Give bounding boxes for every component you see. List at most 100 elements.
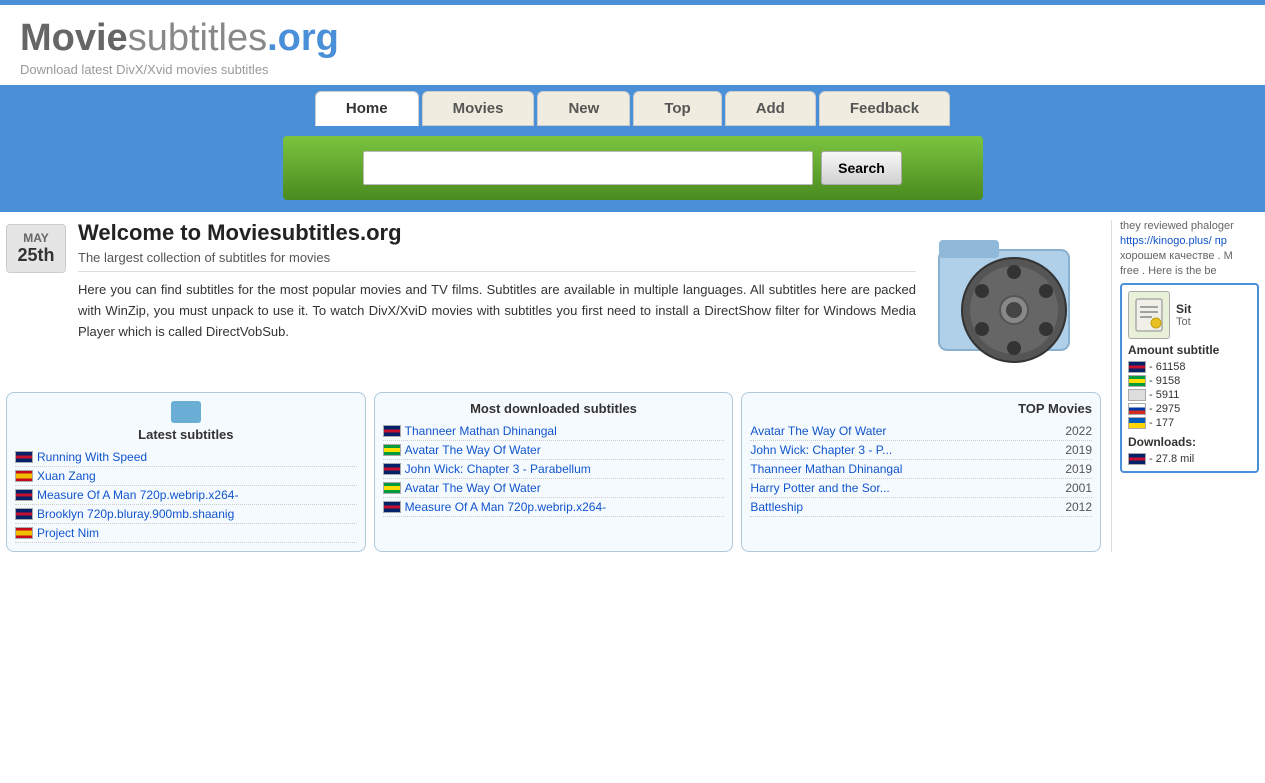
latest-link-4[interactable]: Brooklyn 720p.bluray.900mb.shaanig — [37, 507, 234, 521]
flag-uk-icon — [383, 501, 401, 513]
list-item: Thanneer Mathan Dhinangal — [383, 422, 725, 441]
list-item: Harry Potter and the Sor... 2001 — [750, 479, 1092, 498]
downloaded-link-4[interactable]: Avatar The Way Of Water — [405, 481, 541, 495]
latest-link-1[interactable]: Running With Speed — [37, 450, 147, 464]
document-icon — [1134, 297, 1164, 333]
downloaded-link-2[interactable]: Avatar The Way Of Water — [405, 443, 541, 457]
stat-ua: - 177 — [1128, 417, 1251, 429]
download-uk-count: - 27.8 mil — [1149, 453, 1194, 465]
latest-title: Latest subtitles — [15, 427, 357, 442]
top-year-5: 2012 — [1065, 500, 1092, 514]
title-subtitles: subtitles — [128, 17, 267, 59]
title-org: .org — [267, 17, 339, 59]
stat-uk: - 61158 — [1128, 361, 1251, 373]
film-reel-icon — [929, 220, 1089, 380]
nav-tabs: Home Movies New Top Add Feedback — [315, 91, 950, 126]
stat-none: - 5911 — [1128, 389, 1251, 401]
nav-top[interactable]: Top — [633, 91, 721, 126]
stats-doc-icon — [1128, 291, 1170, 339]
latest-link-2[interactable]: Xuan Zang — [37, 469, 96, 483]
stat-br: - 9158 — [1128, 375, 1251, 387]
nav-new[interactable]: New — [537, 91, 630, 126]
top-movies-title: TOP Movies — [750, 401, 1092, 416]
flag-uk-icon — [383, 463, 401, 475]
stats-heading: Sit — [1176, 302, 1191, 316]
welcome-body: Here you can find subtitles for the most… — [78, 280, 916, 342]
downloads-label: Downloads: — [1128, 435, 1251, 449]
three-cols: Latest subtitles Running With Speed Xuan… — [6, 392, 1101, 552]
latest-link-5[interactable]: Project Nim — [37, 526, 99, 540]
main-content: MAY 25th Welcome to Moviesubtitles.org T… — [6, 220, 1111, 552]
list-item: Avatar The Way Of Water 2022 — [750, 422, 1092, 441]
sidebar-comment-1: they reviewed phaloger — [1120, 220, 1259, 232]
sidebar-comment-3: хорошем качестве . M — [1120, 250, 1259, 262]
flag-br-stat-icon — [1128, 375, 1146, 387]
site-header: Moviesubtitles.org Download latest DivX/… — [0, 5, 1265, 85]
latest-link-3[interactable]: Measure Of A Man 720p.webrip.x264- — [37, 488, 238, 502]
most-downloaded-title: Most downloaded subtitles — [383, 401, 725, 416]
most-downloaded-box: Most downloaded subtitles Thanneer Matha… — [374, 392, 734, 552]
stats-sub: Tot — [1176, 316, 1191, 328]
list-item: John Wick: Chapter 3 - P... 2019 — [750, 441, 1092, 460]
stat-br-count: - 9158 — [1149, 375, 1180, 387]
search-input[interactable] — [363, 151, 813, 185]
nav-home[interactable]: Home — [315, 91, 419, 126]
flag-none-icon — [1128, 389, 1146, 401]
list-item: John Wick: Chapter 3 - Parabellum — [383, 460, 725, 479]
flag-ua-stat-icon — [1128, 417, 1146, 429]
nav-add[interactable]: Add — [725, 91, 816, 126]
top-link-3[interactable]: Thanneer Mathan Dhinangal — [750, 462, 902, 476]
film-image-area — [916, 220, 1101, 380]
welcome-block: MAY 25th Welcome to Moviesubtitles.org T… — [6, 220, 1101, 380]
downloaded-link-5[interactable]: Measure Of A Man 720p.webrip.x264- — [405, 500, 606, 514]
list-item: Avatar The Way Of Water — [383, 441, 725, 460]
site-tagline: Download latest DivX/Xvid movies subtitl… — [20, 62, 1245, 77]
stat-ru-count: - 2975 — [1149, 403, 1180, 415]
list-item: Battleship 2012 — [750, 498, 1092, 517]
list-item: Measure Of A Man 720p.webrip.x264- — [15, 486, 357, 505]
stat-ru: - 2975 — [1128, 403, 1251, 415]
downloaded-link-1[interactable]: Thanneer Mathan Dhinangal — [405, 424, 557, 438]
sidebar: they reviewed phaloger https://kinogo.pl… — [1111, 220, 1259, 552]
nav-bar: Home Movies New Top Add Feedback — [0, 85, 1265, 132]
download-stat-uk: - 27.8 mil — [1128, 453, 1251, 465]
top-year-4: 2001 — [1065, 481, 1092, 495]
date-day: 25th — [11, 245, 61, 266]
welcome-content: Welcome to Moviesubtitles.org The larges… — [78, 220, 1101, 380]
sidebar-comment-2: https://kinogo.plus/ пр — [1120, 235, 1259, 247]
list-item: Measure Of A Man 720p.webrip.x264- — [383, 498, 725, 517]
stat-none-count: - 5911 — [1149, 389, 1179, 401]
list-item: Avatar The Way Of Water — [383, 479, 725, 498]
latest-icon-row — [15, 401, 357, 423]
welcome-divider — [78, 271, 916, 272]
flag-uk-dl-icon — [1128, 453, 1146, 465]
flag-uk-icon — [383, 425, 401, 437]
list-item: Project Nim — [15, 524, 357, 543]
downloaded-link-3[interactable]: John Wick: Chapter 3 - Parabellum — [405, 462, 591, 476]
search-button[interactable]: Search — [821, 151, 902, 185]
search-section: Search — [0, 132, 1265, 212]
flag-br-icon — [383, 482, 401, 494]
nav-movies[interactable]: Movies — [422, 91, 535, 126]
flag-uk-icon — [15, 489, 33, 501]
welcome-subtitle: The largest collection of subtitles for … — [78, 250, 916, 265]
stats-header: Sit Tot — [1128, 291, 1251, 339]
flag-es-icon — [15, 527, 33, 539]
nav-feedback[interactable]: Feedback — [819, 91, 950, 126]
top-link-4[interactable]: Harry Potter and the Sor... — [750, 481, 889, 495]
stats-text: Sit Tot — [1176, 302, 1191, 328]
welcome-text-area: Welcome to Moviesubtitles.org The larges… — [78, 220, 916, 380]
stat-ua-count: - 177 — [1149, 417, 1174, 429]
stat-uk-count: - 61158 — [1149, 361, 1186, 373]
top-movies-box: TOP Movies Avatar The Way Of Water 2022 … — [741, 392, 1101, 552]
date-box: MAY 25th — [6, 224, 66, 273]
list-item: Thanneer Mathan Dhinangal 2019 — [750, 460, 1092, 479]
flag-es-icon — [15, 470, 33, 482]
top-link-1[interactable]: Avatar The Way Of Water — [750, 424, 886, 438]
sidebar-stats-box: Sit Tot Amount subtitle - 61158 - 9158 -… — [1120, 283, 1259, 473]
date-month: MAY — [11, 231, 61, 245]
top-link-5[interactable]: Battleship — [750, 500, 803, 514]
site-title: Moviesubtitles.org — [20, 17, 1245, 60]
top-link-2[interactable]: John Wick: Chapter 3 - P... — [750, 443, 892, 457]
list-item: Xuan Zang — [15, 467, 357, 486]
